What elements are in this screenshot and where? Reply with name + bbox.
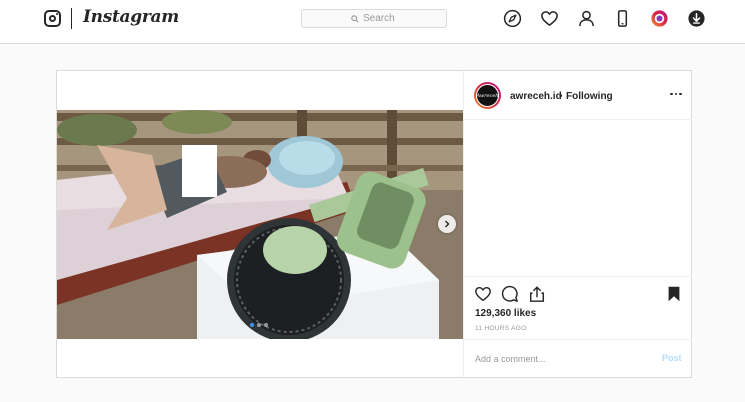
- post-timestamp[interactable]: 11 HOURS AGO: [475, 325, 527, 332]
- avatar-logo: Awreceh: [476, 84, 499, 107]
- search-icon: [351, 14, 359, 23]
- instagram-wordmark-logo[interactable]: Instagram: [83, 7, 179, 27]
- carousel-dot: [264, 323, 268, 327]
- activity-heart-icon[interactable]: [540, 9, 559, 28]
- carousel-next-button[interactable]: [438, 215, 456, 233]
- following-button[interactable]: Following: [566, 91, 613, 102]
- post-media-area: [57, 71, 463, 377]
- top-navigation-bar: Instagram: [0, 0, 745, 44]
- likes-count[interactable]: 129,360 likes: [475, 308, 536, 319]
- nav-divider: [71, 8, 72, 29]
- mobile-phone-icon[interactable]: [613, 9, 632, 28]
- explore-compass-icon[interactable]: [503, 9, 522, 28]
- download-icon[interactable]: [687, 9, 706, 28]
- carousel-dot: [257, 323, 261, 327]
- instagram-camera-icon[interactable]: [44, 10, 61, 27]
- share-upload-icon[interactable]: [528, 285, 546, 303]
- profile-icon[interactable]: [577, 9, 596, 28]
- comment-bubble-icon[interactable]: [501, 285, 519, 303]
- carousel-indicators: [250, 323, 268, 327]
- post-header: Awreceh awreceh.id • Following: [464, 71, 692, 120]
- saved-bookmark-icon[interactable]: [665, 285, 683, 303]
- post-actions: 129,360 likes 11 HOURS AGO: [464, 276, 692, 339]
- author-username[interactable]: awreceh.id: [510, 91, 562, 102]
- post-card: Awreceh awreceh.id • Following 129,360 l…: [56, 70, 692, 378]
- stories-ring-icon[interactable]: [650, 9, 669, 28]
- author-avatar[interactable]: Awreceh: [474, 82, 501, 109]
- like-heart-icon[interactable]: [474, 285, 492, 303]
- post-comment-button[interactable]: Post: [662, 353, 682, 363]
- post-photo[interactable]: [57, 110, 463, 339]
- photo-illustration: [57, 110, 463, 339]
- search-input[interactable]: [363, 13, 397, 24]
- dot-separator: •: [559, 91, 563, 102]
- more-options-icon[interactable]: [669, 87, 683, 101]
- search-box[interactable]: [301, 9, 447, 28]
- comment-input[interactable]: [475, 352, 635, 366]
- comment-box: Post: [464, 339, 692, 377]
- chevron-right-icon: [445, 220, 450, 228]
- carousel-dot-active: [250, 323, 254, 327]
- post-sidebar: Awreceh awreceh.id • Following 129,360 l…: [463, 71, 692, 377]
